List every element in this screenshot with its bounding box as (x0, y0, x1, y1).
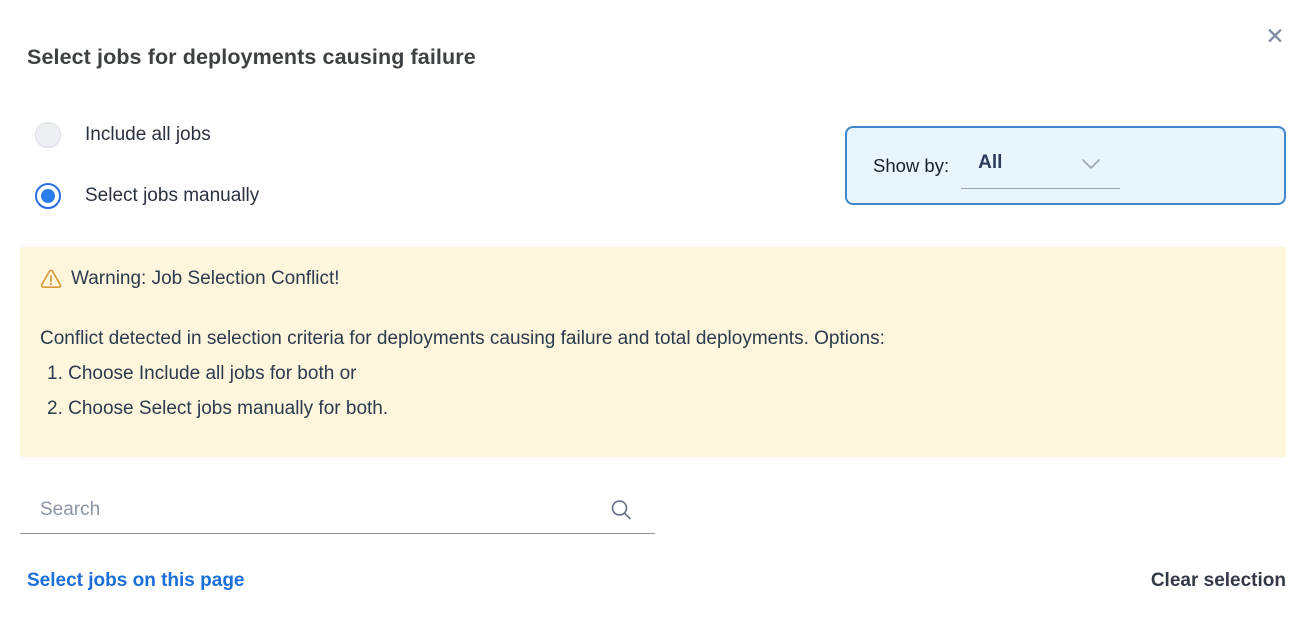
search-icon[interactable] (609, 498, 633, 527)
search-input[interactable] (20, 487, 590, 533)
show-by-label: Show by: (873, 155, 949, 177)
dialog-footer: Select jobs on this page Clear selection (27, 570, 1286, 592)
radio-selected-icon[interactable] (35, 183, 61, 209)
warning-triangle-icon (40, 269, 62, 289)
show-by-panel: Show by: All (845, 126, 1286, 205)
warning-option-1: 1. Choose Include all jobs for both or (40, 356, 1266, 391)
warning-header: Warning: Job Selection Conflict! (40, 268, 1266, 290)
warning-title: Warning: Job Selection Conflict! (71, 268, 340, 290)
warning-banner: Warning: Job Selection Conflict! Conflic… (20, 247, 1286, 457)
radio-include-all-jobs[interactable]: Include all jobs (35, 122, 259, 148)
show-by-select[interactable]: All (961, 152, 1120, 189)
job-selection-radio-group: Include all jobs Select jobs manually (35, 122, 259, 209)
page-title: Select jobs for deployments causing fail… (27, 45, 476, 70)
show-by-selected-value: All (978, 152, 1002, 173)
job-selection-dialog: ✕ Select jobs for deployments causing fa… (0, 0, 1308, 630)
clear-selection-button[interactable]: Clear selection (1151, 570, 1286, 592)
radio-unselected-icon[interactable] (35, 122, 61, 148)
chevron-down-icon[interactable] (1080, 157, 1102, 176)
select-jobs-on-page-link[interactable]: Select jobs on this page (27, 570, 245, 592)
radio-label: Select jobs manually (85, 185, 259, 207)
search-field (20, 487, 655, 534)
warning-option-2: 2. Choose Select jobs manually for both. (40, 391, 1266, 426)
radio-select-jobs-manually[interactable]: Select jobs manually (35, 183, 259, 209)
close-icon[interactable]: ✕ (1259, 20, 1291, 52)
radio-dot (41, 189, 55, 203)
warning-body-text: Conflict detected in selection criteria … (40, 321, 1266, 356)
radio-label: Include all jobs (85, 124, 211, 146)
